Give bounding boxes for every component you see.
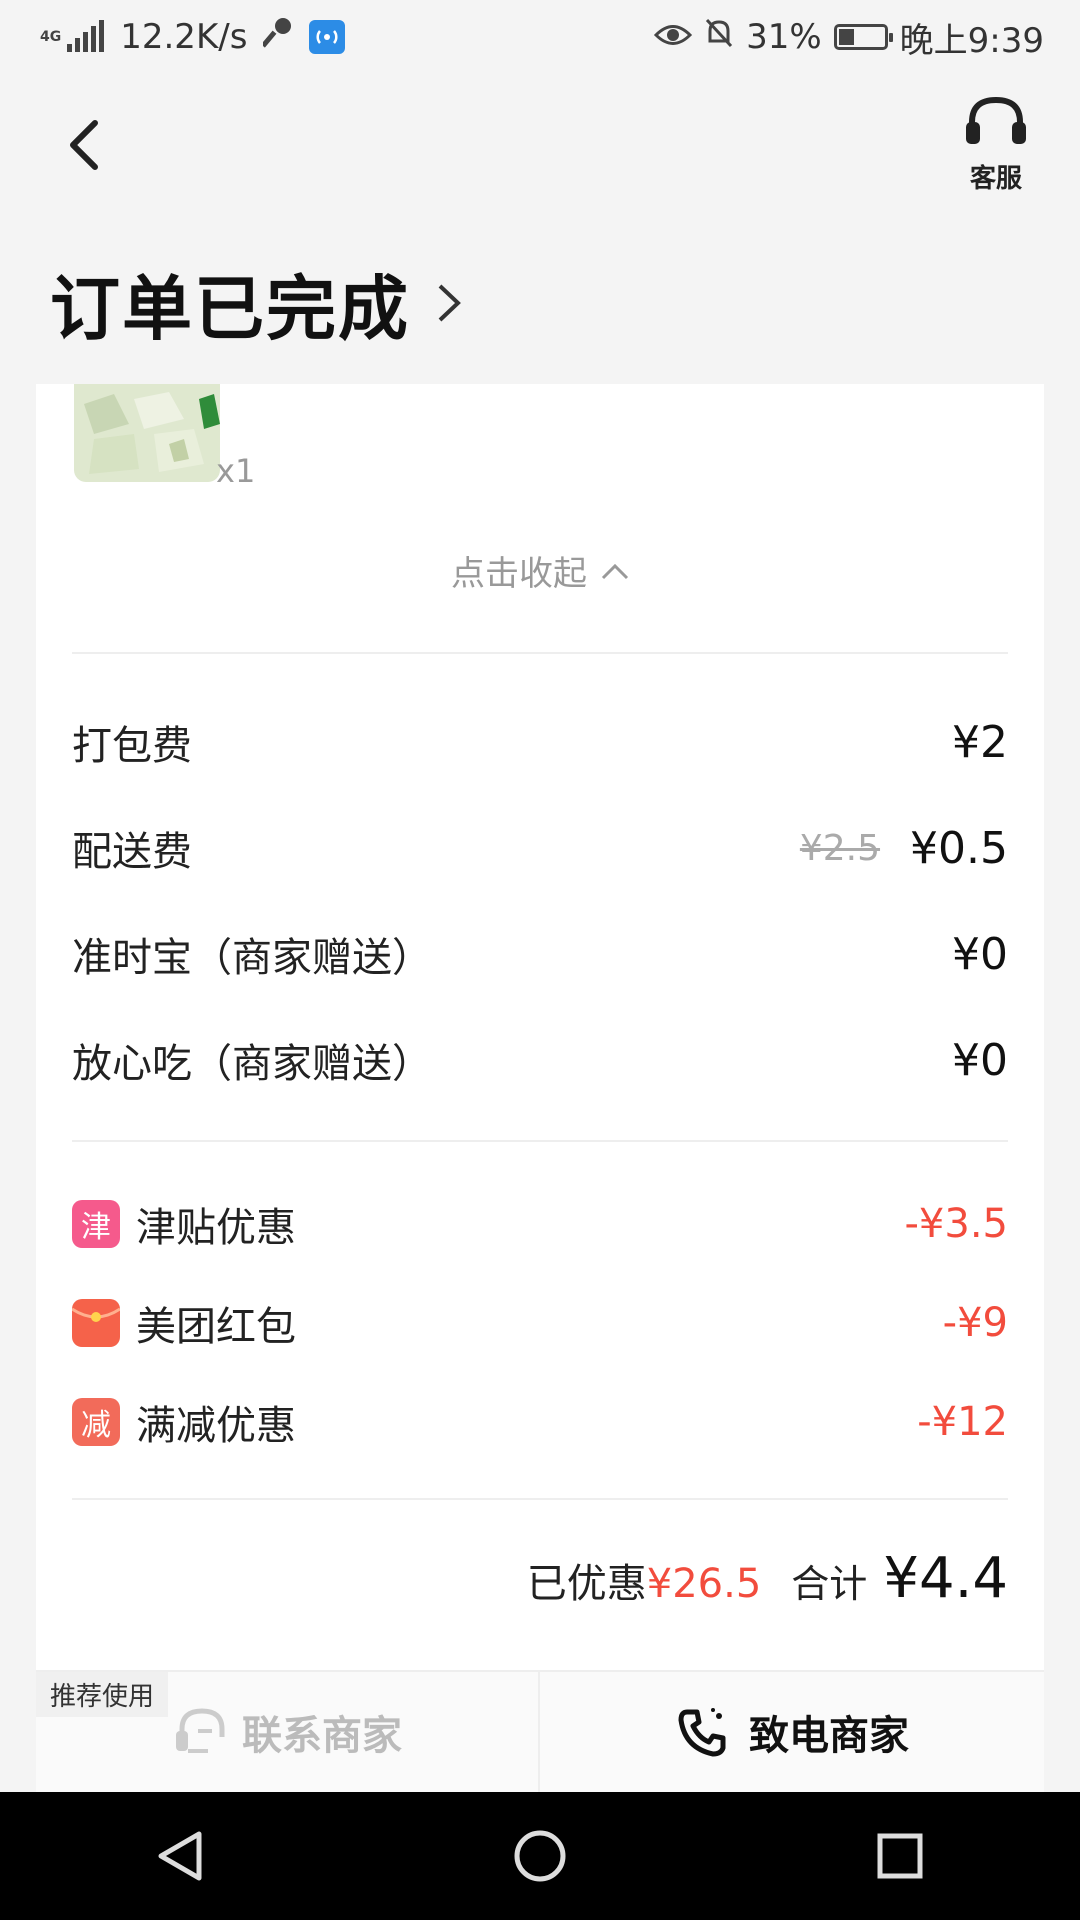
- saved-label: 已优惠: [526, 1561, 647, 1607]
- chat-icon: [176, 1708, 225, 1753]
- phone-icon: [678, 1708, 726, 1757]
- saved-amount: ¥26.5: [646, 1561, 762, 1607]
- discount-row-red-packet: 美团红包 -¥9: [72, 1293, 1008, 1353]
- battery-icon: [833, 24, 893, 50]
- total-label: 合计: [791, 1562, 868, 1606]
- fee-label: 准时宝（商家赠送）: [72, 935, 432, 981]
- fee-value: ¥0: [952, 928, 1008, 980]
- clock: 晚上9:39: [899, 20, 1044, 61]
- fee-value: ¥2: [952, 716, 1008, 768]
- call-merchant-button[interactable]: 致电商家: [540, 1672, 1044, 1792]
- customer-service-button[interactable]: 客服: [960, 96, 1032, 195]
- fee-label: 打包费: [72, 723, 192, 769]
- red-packet-icon: [72, 1299, 120, 1347]
- discount-amount: -¥9: [942, 1300, 1008, 1346]
- key-icon: [261, 16, 293, 59]
- full-reduction-badge-icon: 减: [72, 1398, 120, 1446]
- circle-home-icon: [514, 1830, 566, 1882]
- network-speed: 12.2K/s: [120, 17, 248, 57]
- headset-icon: [966, 96, 1026, 144]
- nav-recents-button[interactable]: [840, 1806, 960, 1906]
- discount-row-full-reduction: 减 满减优惠 -¥12: [72, 1392, 1008, 1452]
- total-amount: ¥4.4: [883, 1546, 1008, 1611]
- call-merchant-label: 致电商家: [749, 1713, 909, 1759]
- product-image: [74, 384, 220, 482]
- discount-amount: -¥3.5: [904, 1201, 1009, 1247]
- fee-row-delivery: 配送费 ¥2.5 ¥0.5: [72, 818, 1008, 878]
- fee-row-food-safety: 放心吃（商家赠送） ¥0: [72, 1030, 1008, 1090]
- discount-row-allowance: 津 津贴优惠 -¥3.5: [72, 1194, 1008, 1254]
- page-title: 订单已完成: [50, 267, 410, 350]
- network-type: 4G: [40, 29, 62, 45]
- fee-label: 放心吃（商家赠送）: [72, 1041, 432, 1087]
- back-button[interactable]: [56, 112, 110, 178]
- status-bar: 4G 12.2K/s 31% 晚上9:39: [0, 0, 1080, 74]
- divider: [72, 1140, 1008, 1142]
- allowance-badge-icon: 津: [72, 1200, 120, 1248]
- square-recents-icon: [877, 1833, 923, 1879]
- divider: [72, 1498, 1008, 1500]
- nav-back-button[interactable]: [120, 1806, 240, 1906]
- contact-merchant-label: 联系商家: [242, 1713, 402, 1759]
- service-label: 客服: [969, 164, 1022, 194]
- chevron-up-icon: [601, 563, 629, 579]
- fee-value: ¥0.5: [910, 822, 1008, 874]
- merchant-action-bar: 联系商家 致电商家: [36, 1670, 1044, 1792]
- recommend-tag: 推荐使用: [36, 1672, 169, 1717]
- fee-original-value: ¥2.5: [799, 827, 881, 869]
- signal-icon: [67, 20, 105, 52]
- hotspot-icon: [309, 20, 346, 54]
- discount-amount: -¥12: [917, 1399, 1008, 1445]
- discount-label: 津贴优惠: [136, 1205, 296, 1251]
- system-nav-bar: [0, 1792, 1080, 1920]
- battery-percent: 31%: [746, 17, 822, 57]
- chevron-right-icon: [438, 284, 461, 322]
- collapse-label: 点击收起: [451, 554, 587, 594]
- item-quantity: x1: [216, 452, 256, 490]
- collapse-items-button[interactable]: 点击收起: [0, 546, 1080, 595]
- order-status-header[interactable]: 订单已完成: [50, 258, 464, 350]
- eye-icon: [653, 17, 693, 57]
- fee-label: 配送费: [72, 829, 192, 875]
- discount-label: 满减优惠: [136, 1403, 296, 1449]
- fee-value: ¥0: [952, 1034, 1008, 1086]
- divider: [72, 652, 1008, 654]
- order-total: 已优惠 ¥26.5 合计 ¥4.4: [527, 1546, 1008, 1611]
- nav-home-button[interactable]: [480, 1806, 600, 1906]
- mute-bell-icon: [704, 17, 734, 58]
- discount-label: 美团红包: [136, 1304, 296, 1350]
- fee-row-packaging: 打包费 ¥2: [72, 712, 1008, 772]
- fee-row-ontime: 准时宝（商家赠送） ¥0: [72, 924, 1008, 984]
- back-arrow-icon: [70, 120, 98, 170]
- triangle-back-icon: [158, 1831, 202, 1881]
